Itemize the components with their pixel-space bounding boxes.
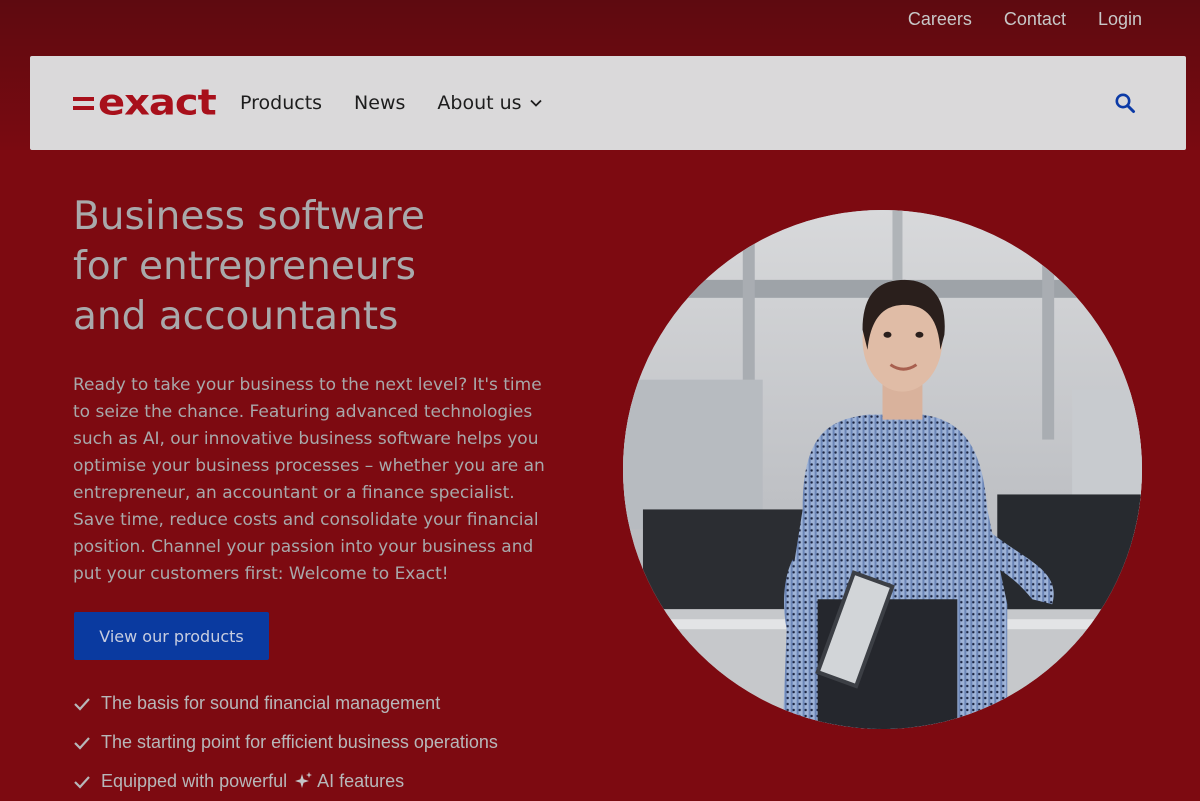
primary-nav: Products News About us bbox=[240, 56, 542, 150]
benefit-list: The basis for sound financial management… bbox=[73, 684, 498, 801]
benefit-text-prefix: Equipped with powerful bbox=[101, 771, 288, 791]
check-icon bbox=[74, 775, 90, 789]
nav-item-news[interactable]: News bbox=[354, 91, 405, 115]
login-link[interactable]: Login bbox=[1098, 6, 1142, 32]
hero-title: Business software for entrepreneurs and … bbox=[73, 192, 533, 342]
careers-link[interactable]: Careers bbox=[908, 6, 972, 32]
hero-title-line: and accountants bbox=[73, 294, 399, 339]
hero-title-line: for entrepreneurs bbox=[73, 244, 416, 289]
page-root: Careers Contact Login exact Products New… bbox=[0, 0, 1200, 800]
hero-description: Ready to take your business to the next … bbox=[73, 375, 545, 584]
chevron-down-icon bbox=[529, 99, 542, 107]
hero-title-line: Business software bbox=[73, 194, 425, 239]
woman-portrait-image bbox=[623, 210, 1142, 729]
benefit-text-suffix: AI features bbox=[317, 771, 405, 791]
view-products-button[interactable]: View our products bbox=[74, 612, 269, 660]
search-icon[interactable] bbox=[1114, 92, 1136, 114]
nav-item-about-us[interactable]: About us bbox=[437, 91, 542, 115]
check-icon bbox=[74, 736, 90, 750]
nav-label: Products bbox=[240, 92, 323, 114]
benefit-text: The starting point for efficient busines… bbox=[101, 732, 498, 752]
exact-logo[interactable]: exact bbox=[73, 82, 217, 124]
logo-mark-icon bbox=[73, 96, 94, 110]
benefit-item: Equipped with powerful AI features bbox=[73, 762, 498, 801]
hero-photo bbox=[623, 210, 1142, 729]
nav-item-products[interactable]: Products bbox=[240, 91, 322, 115]
check-icon bbox=[74, 697, 90, 711]
logo-text: exact bbox=[98, 82, 217, 124]
utility-nav: Careers Contact Login bbox=[908, 6, 1142, 32]
main-navbar: exact Products News About us bbox=[30, 56, 1186, 150]
sparkle-icon bbox=[295, 771, 313, 788]
contact-link[interactable]: Contact bbox=[1004, 6, 1066, 32]
benefit-item: The starting point for efficient busines… bbox=[73, 723, 498, 762]
benefit-text: The basis for sound financial management bbox=[101, 693, 441, 713]
nav-label: About us bbox=[437, 92, 522, 114]
nav-label: News bbox=[354, 92, 406, 114]
benefit-item: The basis for sound financial management bbox=[73, 684, 498, 723]
